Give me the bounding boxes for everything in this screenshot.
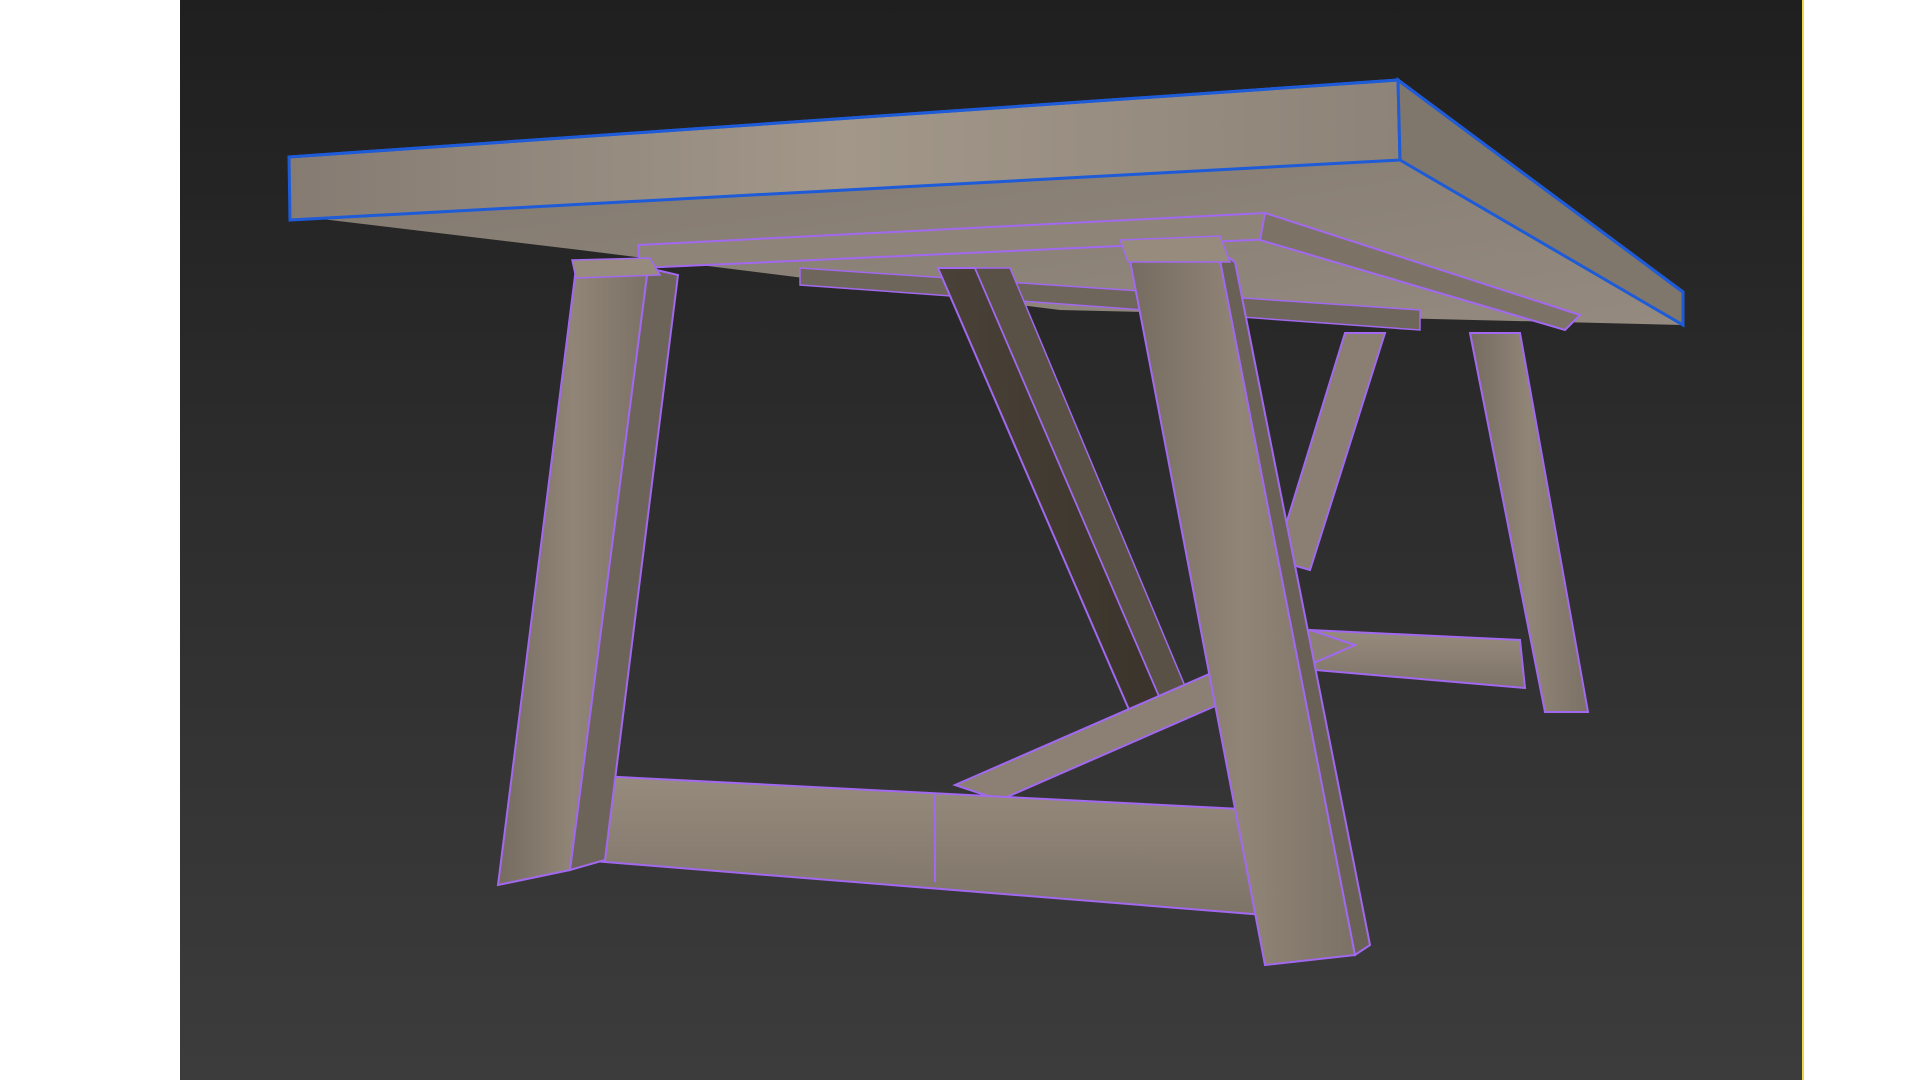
diagonal-brace-back (1273, 332, 1387, 572)
app-window (0, 0, 1920, 1080)
leg-top-pad-right (1118, 235, 1232, 263)
leg-top-pad-left (571, 257, 662, 279)
diagonal-brace-center (936, 267, 1167, 714)
active-viewport-border (1802, 0, 1804, 1080)
table-scene[interactable] (180, 0, 1804, 1080)
lower-beam-back (1308, 628, 1527, 690)
lower-beam-front (579, 773, 1267, 917)
perspective-viewport[interactable] (180, 0, 1804, 1080)
